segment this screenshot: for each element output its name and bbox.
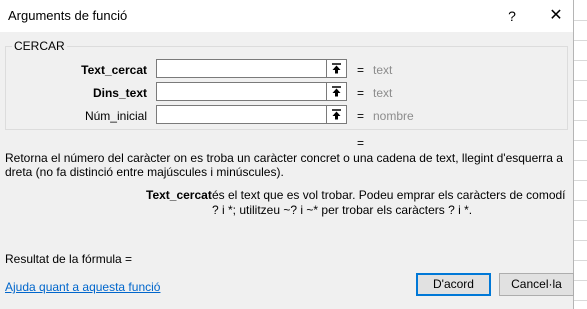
help-button[interactable]: ? <box>492 0 532 32</box>
cancel-button[interactable]: Cancel·la <box>499 273 574 296</box>
text-cercat-ref-button[interactable] <box>326 59 347 78</box>
arg-label-dins-text: Dins_text <box>92 86 147 100</box>
arg-hint-dins-text: text <box>373 86 393 100</box>
ok-button[interactable]: D'acord <box>416 273 491 296</box>
text-cercat-input[interactable] <box>156 59 327 78</box>
collapse-ref-icon <box>332 86 341 97</box>
collapse-ref-icon <box>332 63 341 74</box>
title-bar: Arguments de funció ? ✕ <box>0 0 573 32</box>
function-help-link[interactable]: Ajuda quant a aquesta funció <box>5 280 160 294</box>
function-description: Retorna el número del caràcter on es tro… <box>5 151 563 179</box>
close-button[interactable]: ✕ <box>536 0 576 32</box>
dins-text-input[interactable] <box>156 82 327 101</box>
arg-hint-num-inicial: nombre <box>373 109 414 123</box>
function-name: CERCAR <box>12 39 67 53</box>
num-inicial-ref-button[interactable] <box>326 105 347 124</box>
dins-text-ref-button[interactable] <box>326 82 347 101</box>
formula-result: Resultat de la fórmula = <box>5 252 133 266</box>
arg-eq-dins-text: = <box>357 86 365 100</box>
spreadsheet-edge <box>573 0 587 309</box>
arg-hint-text-cercat: text <box>373 63 393 77</box>
num-inicial-input[interactable] <box>156 105 327 124</box>
arg-label-text-cercat: Text_cercat <box>81 63 147 77</box>
arg-help-text: és el text que es vol trobar. Podeu empr… <box>212 188 566 217</box>
dialog-title: Arguments de funció <box>8 8 128 23</box>
arg-eq-num-inicial: = <box>357 109 365 123</box>
arg-help-label: Text_cercat <box>146 188 212 202</box>
arg-eq-text-cercat: = <box>357 63 365 77</box>
collapse-ref-icon <box>332 109 341 120</box>
function-arguments-dialog: Arguments de funció ? ✕ CERCAR Text_cerc… <box>0 0 574 309</box>
function-result-eq: = <box>357 136 365 150</box>
arg-label-num-inicial: Núm_inicial <box>84 109 147 123</box>
